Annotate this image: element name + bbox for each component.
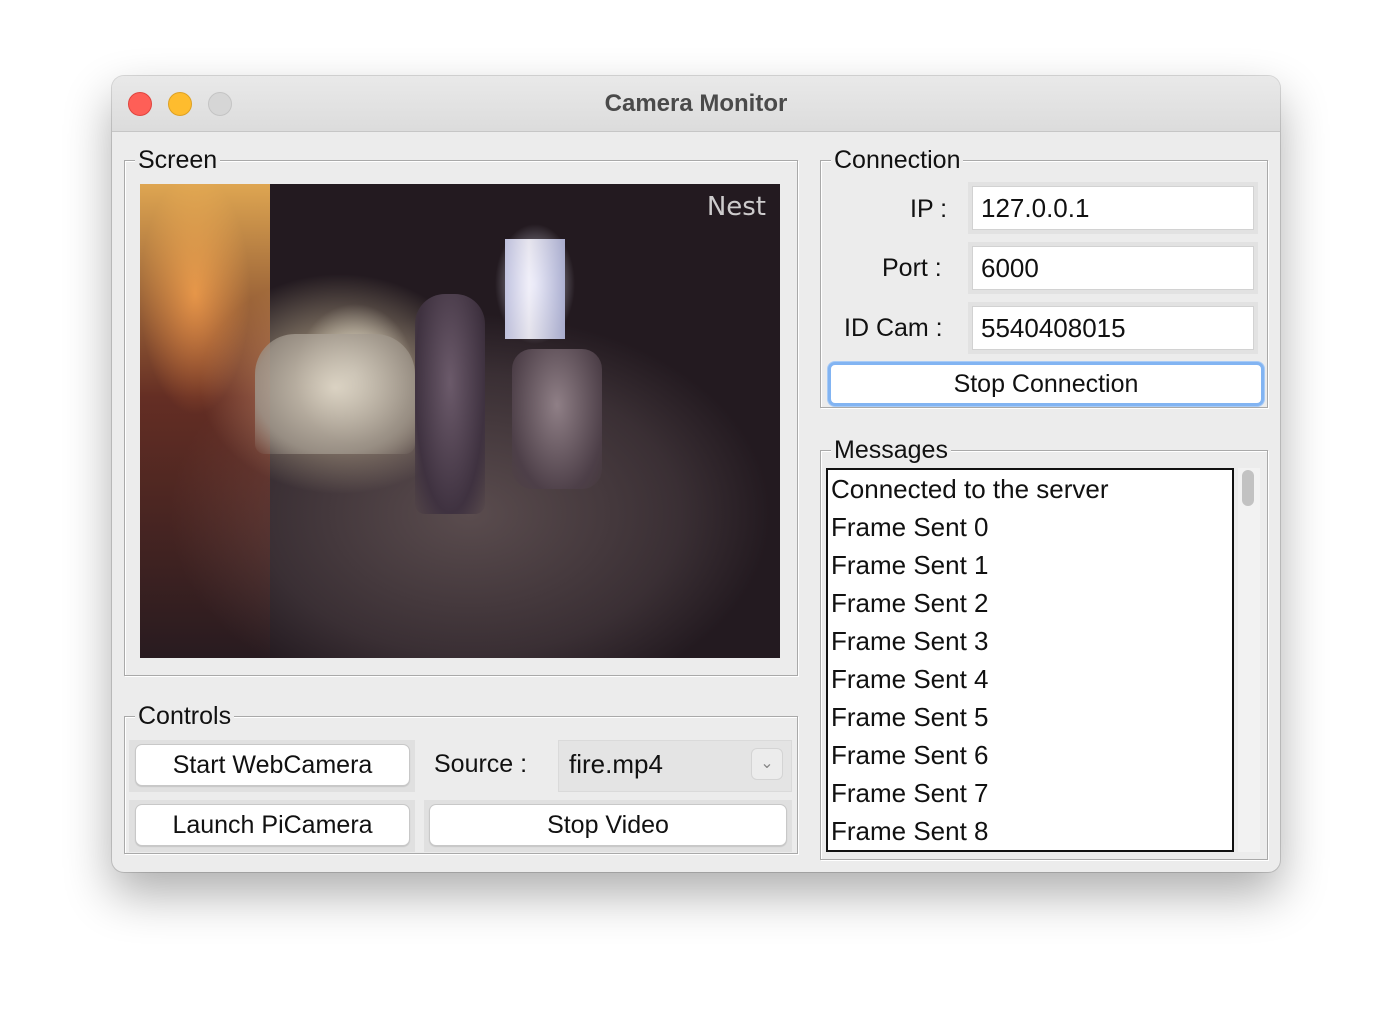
stop-video-button[interactable]: Stop Video — [429, 804, 787, 846]
video-person — [415, 294, 485, 514]
messages-scrollbar[interactable] — [1238, 468, 1260, 852]
video-room-window — [505, 239, 565, 339]
camera-monitor-window: Camera Monitor Screen Nest Controls Star… — [112, 76, 1280, 872]
video-couch — [255, 334, 415, 454]
messages-scroll-thumb[interactable] — [1242, 470, 1254, 506]
idcam-field[interactable] — [972, 306, 1254, 350]
list-item[interactable]: Frame Sent 3 — [828, 622, 1232, 660]
list-item[interactable]: Frame Sent 4 — [828, 660, 1232, 698]
stop-connection-button[interactable]: Stop Connection — [828, 362, 1264, 406]
source-label: Source : — [434, 750, 528, 778]
list-item[interactable]: Frame Sent 1 — [828, 546, 1232, 584]
start-webcam-button[interactable]: Start WebCamera — [135, 744, 410, 786]
title-bar: Camera Monitor — [112, 76, 1280, 132]
launch-picamera-button[interactable]: Launch PiCamera — [135, 804, 410, 846]
controls-frame-label: Controls — [135, 701, 235, 731]
idcam-label: ID Cam : — [844, 314, 943, 342]
list-item[interactable]: Connected to the server — [828, 470, 1232, 508]
list-item[interactable]: Frame Sent 5 — [828, 698, 1232, 736]
screen-frame-label: Screen — [135, 145, 221, 175]
source-select-value: fire.mp4 — [569, 749, 663, 779]
video-watermark: Nest — [706, 192, 766, 222]
source-select[interactable]: fire.mp4 ⌄ — [558, 740, 792, 792]
video-fire-region — [140, 184, 270, 658]
list-item[interactable]: Frame Sent 6 — [828, 736, 1232, 774]
ip-label: IP : — [910, 195, 948, 223]
messages-frame-label: Messages — [831, 435, 951, 465]
connection-frame-label: Connection — [831, 145, 964, 175]
list-item[interactable]: Frame Sent 8 — [828, 812, 1232, 850]
port-field[interactable] — [972, 246, 1254, 290]
video-chair — [512, 349, 602, 489]
list-item[interactable]: Frame Sent 0 — [828, 508, 1232, 546]
messages-list[interactable]: Connected to the server Frame Sent 0 Fra… — [826, 468, 1234, 852]
port-label: Port : — [882, 254, 942, 282]
video-display: Nest — [140, 184, 780, 658]
chevron-down-icon[interactable]: ⌄ — [751, 748, 783, 780]
ip-field[interactable] — [972, 186, 1254, 230]
window-title: Camera Monitor — [604, 90, 788, 117]
list-item[interactable]: Frame Sent 2 — [828, 584, 1232, 622]
list-item[interactable]: Frame Sent 7 — [828, 774, 1232, 812]
